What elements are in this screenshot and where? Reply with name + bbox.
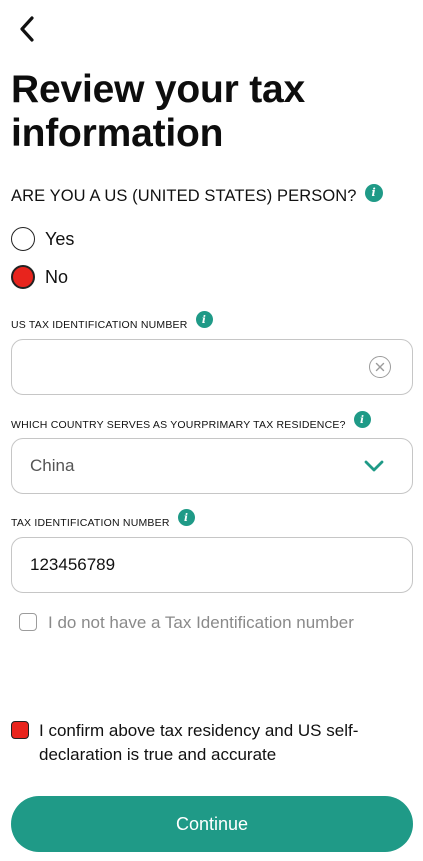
tin-label-text: TAX IDENTIFICATION NUMBER <box>11 516 170 529</box>
radio-no-label: No <box>45 266 69 287</box>
tin-input[interactable]: 123456789 <box>11 537 413 593</box>
back-button[interactable] <box>12 12 42 46</box>
close-icon <box>375 362 385 372</box>
no-tin-checkbox[interactable] <box>19 613 37 631</box>
no-tin-label: I do not have a Tax Identification numbe… <box>48 613 354 632</box>
residence-selected-value: China <box>30 456 75 475</box>
us-person-question: ARE YOU A US (UNITED STATES) PERSON? i <box>11 183 383 206</box>
page-title: Review your tax information <box>11 68 305 155</box>
radio-yes-label: Yes <box>45 228 75 249</box>
residence-label: WHICH COUNTRY SERVES AS YOURPRIMARY TAX … <box>11 411 371 433</box>
chevron-left-icon <box>20 16 34 42</box>
tax-review-screen: Review your tax information ARE YOU A US… <box>0 0 423 861</box>
tin-value: 123456789 <box>30 555 116 574</box>
continue-button[interactable]: Continue <box>11 796 413 852</box>
residence-label-text: WHICH COUNTRY SERVES AS YOURPRIMARY TAX … <box>11 418 346 431</box>
residence-select[interactable]: China <box>11 438 413 494</box>
confirm-label: I confirm above tax residency and US sel… <box>39 721 359 764</box>
info-icon[interactable]: i <box>177 509 195 526</box>
chevron-down-icon[interactable] <box>363 459 385 473</box>
us-tin-label-text: US TAX IDENTIFICATION NUMBER <box>11 318 188 331</box>
us-tin-input[interactable] <box>11 339 413 395</box>
no-tin-option[interactable]: I do not have a Tax Identification numbe… <box>19 613 354 633</box>
confirm-option[interactable]: I confirm above tax residency and US sel… <box>11 719 394 767</box>
us-person-question-text: ARE YOU A US (UNITED STATES) PERSON? <box>11 187 357 205</box>
radio-no-indicator[interactable] <box>11 265 35 289</box>
radio-yes-indicator[interactable] <box>11 227 35 251</box>
radio-no[interactable]: No <box>11 265 68 289</box>
info-icon[interactable]: i <box>353 411 371 428</box>
info-icon[interactable]: i <box>195 311 213 328</box>
confirm-checkbox[interactable] <box>11 721 29 739</box>
radio-yes[interactable]: Yes <box>11 227 74 251</box>
clear-icon[interactable] <box>369 356 391 378</box>
tin-label: TAX IDENTIFICATION NUMBER i <box>11 509 195 531</box>
us-tin-label: US TAX IDENTIFICATION NUMBER i <box>11 311 213 333</box>
info-icon[interactable]: i <box>364 183 383 202</box>
